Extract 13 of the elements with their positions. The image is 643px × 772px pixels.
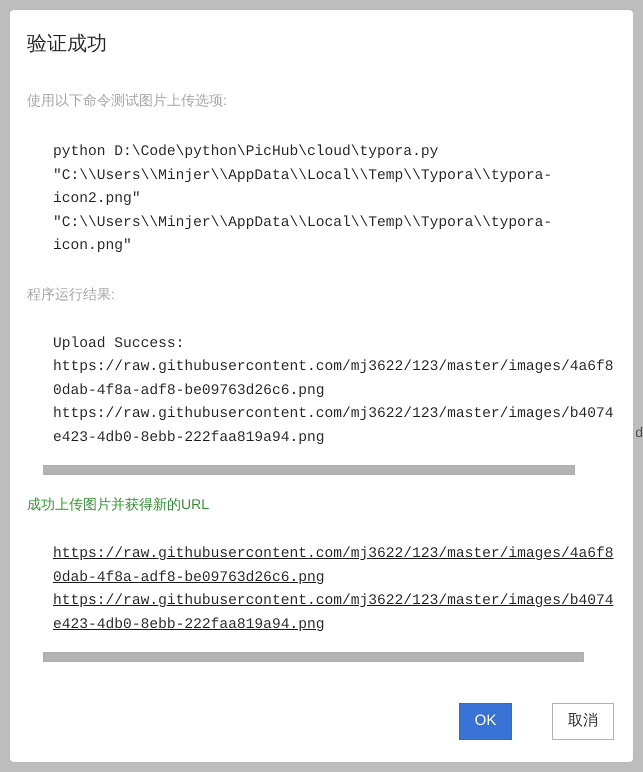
section-label: 程序运行结果: [27,284,116,304]
dialog-title: 验证成功 [27,32,108,56]
success-message: 成功上传图片并获得新的URL [27,495,210,514]
background-text: d [635,423,643,442]
url-link[interactable]: https://raw.githubusercontent.com/mj3622/123/master/images/b4074e423-4db0-8ebb-222faa819a94.png [53,590,618,637]
section-label: 使用以下命令测试图片上传选项: [27,91,228,110]
output-line: Upload Success: [53,334,186,354]
ok-button[interactable]: OK [459,703,512,740]
code-line: python D:\Code\python\PicHub\cloud\typora.py [53,143,440,162]
code-line: "C:\\Users\\Minjer\\AppData\\Local\\Temp\\Typora\\typora-icon2.png" [53,166,554,209]
code-line: "C:\\Users\\Minjer\\AppData\\Local\\Temp\\Typora\\typora-icon.png" [53,214,554,256]
output-line: https://raw.githubusercontent.com/mj3622/123/master/images/b4074e423-4db0-8ebb-222faa819a94.png [53,405,614,448]
cancel-button[interactable]: 取消 [552,703,614,740]
